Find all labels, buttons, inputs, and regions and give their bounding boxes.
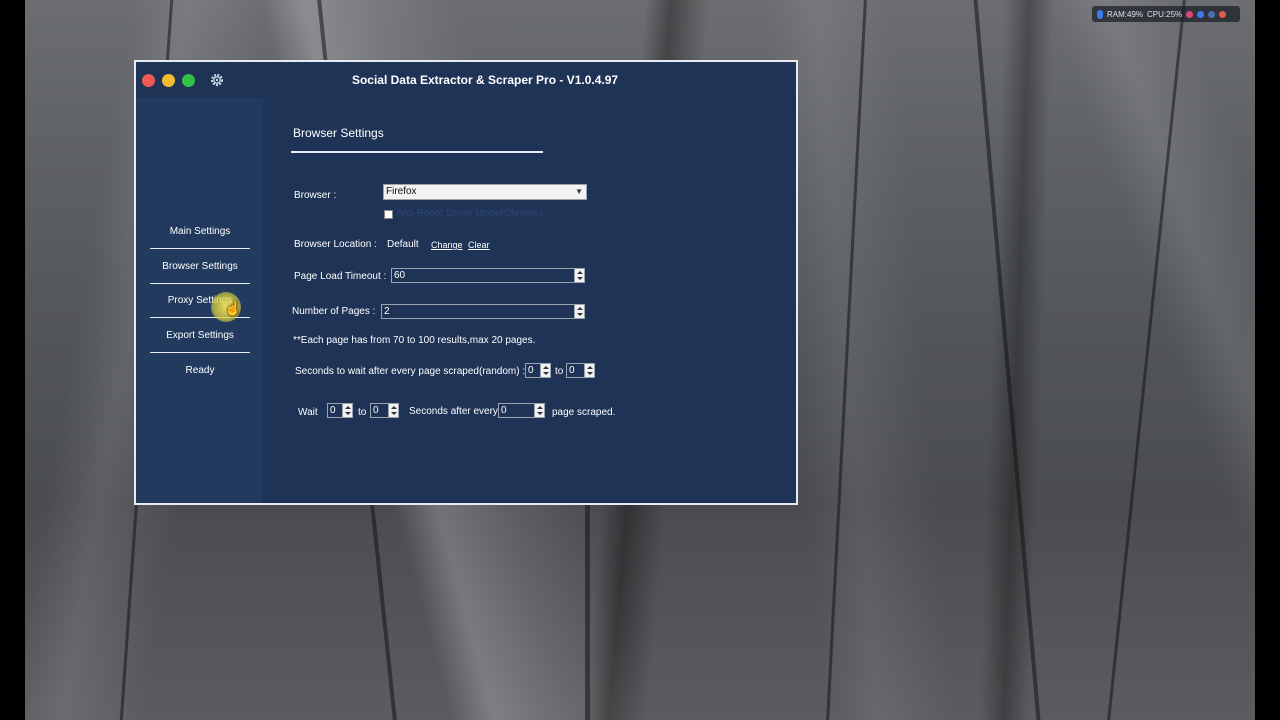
to-label-2: to [358,407,367,418]
wait-from-input[interactable]: 0 [327,403,353,418]
main-panel: Browser Settings Browser : Firefox ▼ Ant… [263,98,796,503]
alert-icon[interactable] [1219,10,1227,18]
browser-select[interactable]: Firefox ▼ [383,184,587,200]
wait-from-value: 0 [330,405,336,416]
browser-select-value: Firefox [386,186,417,197]
every-pages-input[interactable]: 0 [498,403,545,418]
page-load-timeout-label: Page Load Timeout : [294,271,387,282]
record-icon[interactable] [1186,10,1194,18]
app-window: Social Data Extractor & Scraper Pro - V1… [134,60,798,505]
hand-cursor-icon: ☝ [224,300,242,316]
wait-random-to-spinner[interactable] [584,364,594,377]
wait-to-input[interactable]: 0 [370,403,399,418]
wait-random-to-value: 0 [569,365,575,376]
browser-location-label: Browser Location : [294,239,377,250]
number-of-pages-value: 2 [384,306,390,317]
wait-label: Wait [298,407,318,418]
pages-spinner-buttons[interactable] [574,305,584,318]
sidebar-item-export-settings[interactable]: Export Settings [150,319,250,353]
ram-usage: RAM:49% [1107,9,1144,19]
clear-link[interactable]: Clear [468,240,490,250]
timeout-spinner-buttons[interactable] [574,269,584,282]
sidebar-item-browser-settings[interactable]: Browser Settings [150,250,250,284]
to-label-1: to [555,366,564,377]
window-title: Social Data Extractor & Scraper Pro - V1… [351,73,619,87]
page-scraped-label: page scraped. [552,407,616,418]
anti-robot-label: Anti-Robot Driver Mode(Chrome) [396,208,543,219]
anti-robot-checkbox[interactable] [384,210,393,219]
wait-from-spinner[interactable] [342,404,352,417]
wait-to-value: 0 [373,405,379,416]
number-of-pages-label: Number of Pages : [292,306,376,317]
wait-random-label: Seconds to wait after every page scraped… [295,366,526,377]
status-ready: Ready [185,365,215,376]
every-pages-value: 0 [501,405,507,416]
browser-label: Browser : [294,190,337,201]
cpu-usage: CPU:25% [1147,9,1183,19]
pages-note: **Each page has from 70 to 100 results,m… [293,335,536,346]
title-bar[interactable]: Social Data Extractor & Scraper Pro - V1… [136,62,796,98]
page-title: Browser Settings [293,126,384,140]
page-load-timeout-input[interactable]: 60 [391,268,585,283]
page-load-timeout-value: 60 [394,270,406,281]
microphone-icon [1097,9,1103,19]
wait-random-from-value: 0 [528,365,534,376]
change-link[interactable]: Change [431,240,463,250]
sidebar: Main Settings Browser Settings Proxy Set… [136,98,263,503]
system-tray: RAM:49% CPU:25% [1092,6,1240,22]
wait-to-spinner[interactable] [388,404,398,417]
browser-location-value: Default [387,239,419,250]
sidebar-item-main-settings[interactable]: Main Settings [150,215,250,249]
wait-random-to-input[interactable]: 0 [566,363,595,378]
number-of-pages-input[interactable]: 2 [381,304,585,319]
wait-random-from-spinner[interactable] [540,364,550,377]
seconds-after-label: Seconds after every [409,406,498,417]
every-pages-spinner[interactable] [534,404,544,417]
wait-random-from-input[interactable]: 0 [525,363,551,378]
chevron-down-icon: ▼ [575,187,583,196]
heading-divider [291,151,543,153]
bluetooth-icon[interactable] [1208,10,1216,18]
network-icon[interactable] [1197,10,1205,18]
